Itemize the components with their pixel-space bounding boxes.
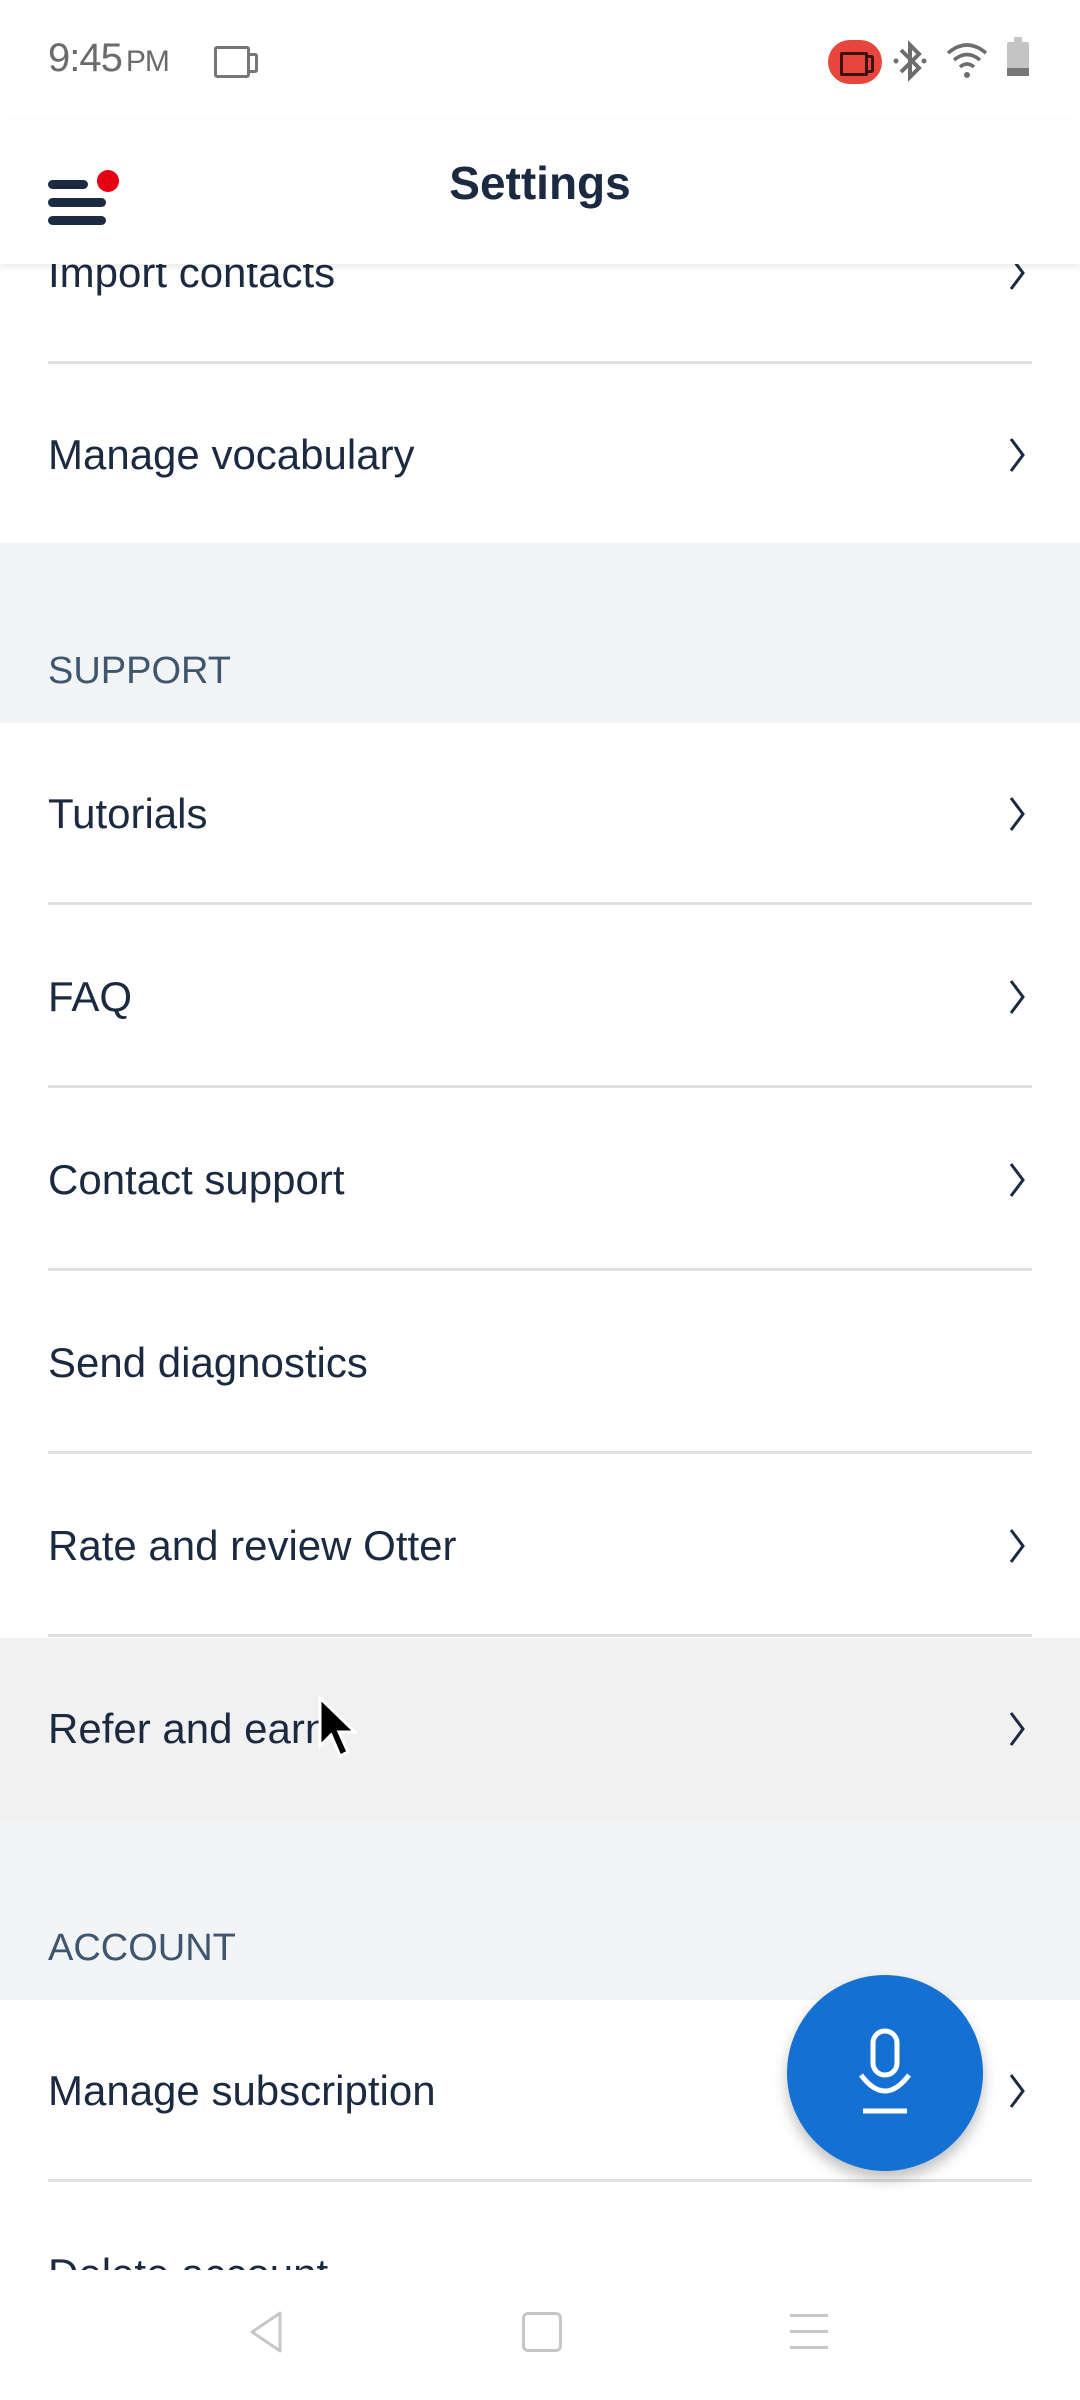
chevron-right-icon [1009,797,1025,831]
chevron-right-icon [1009,1529,1025,1563]
chevron-right-icon [1009,980,1025,1014]
list-item-faq[interactable]: FAQ [0,906,1080,1088]
item-label: Rate and review Otter [48,1522,457,1569]
divider [48,1634,1032,1637]
chevron-right-icon [1009,1712,1025,1746]
list-item-rate-and-review[interactable]: Rate and review Otter [0,1455,1080,1637]
list-item-import-contacts[interactable]: Import contacts [0,264,1080,364]
section-header-support: SUPPORT [0,543,1080,723]
system-nav-bar [0,2270,1080,2400]
divider [48,1451,1032,1454]
list-item-tutorials[interactable]: Tutorials [0,723,1080,905]
app-header: Settings [0,120,1080,264]
divider [48,1085,1032,1088]
list-item-delete-account[interactable]: Delete account [0,2183,1080,2270]
item-label: FAQ [48,973,133,1020]
list-item-send-diagnostics[interactable]: Send diagnostics [0,1272,1080,1454]
ampm-text: PM [125,45,170,78]
item-label: Manage subscription [48,2067,436,2114]
list-item-contact-support[interactable]: Contact support [0,1089,1080,1271]
item-label: Import contacts [48,264,336,296]
home-icon[interactable] [522,2312,562,2352]
list-item-manage-vocabulary[interactable]: Manage vocabulary [0,364,1080,546]
recents-icon[interactable] [790,2314,828,2362]
item-label: Delete account [48,2250,328,2270]
chevron-right-icon [1009,1163,1025,1197]
item-label: Contact support [48,1156,345,1203]
chevron-right-icon [1009,438,1025,472]
back-icon[interactable] [246,2310,286,2354]
chevron-right-icon [1009,2074,1025,2108]
item-label: Manage vocabulary [48,431,415,478]
record-button[interactable] [787,1975,983,2171]
status-bar: 9:45 PM [0,0,1080,120]
bluetooth-icon [893,40,927,82]
settings-list[interactable]: Import contacts Manage vocabulary SUPPOR… [0,264,1080,2270]
battery-icon [1007,37,1029,76]
divider [48,1268,1032,1271]
section-header-account: ACCOUNT [0,1820,1080,2000]
item-label: Send diagnostics [48,1339,368,1386]
page-title: Settings [449,157,631,209]
list-item-refer-and-earn[interactable]: Refer and earn [0,1638,1080,1820]
status-time: 9:45 PM [48,36,170,81]
screen-record-icon [214,46,258,78]
divider [48,2179,1032,2182]
mouse-cursor-icon [318,1696,359,1759]
section-title: SUPPORT [48,650,232,692]
time-text: 9:45 [48,36,123,80]
item-label: Tutorials [48,790,208,837]
wifi-icon [946,43,988,78]
microphone-icon [859,2028,911,2114]
divider [48,902,1032,905]
chevron-right-icon [1009,264,1025,290]
section-title: ACCOUNT [48,1927,236,1969]
item-label: Refer and earn [48,1705,329,1752]
screen-record-active-icon [828,40,882,84]
